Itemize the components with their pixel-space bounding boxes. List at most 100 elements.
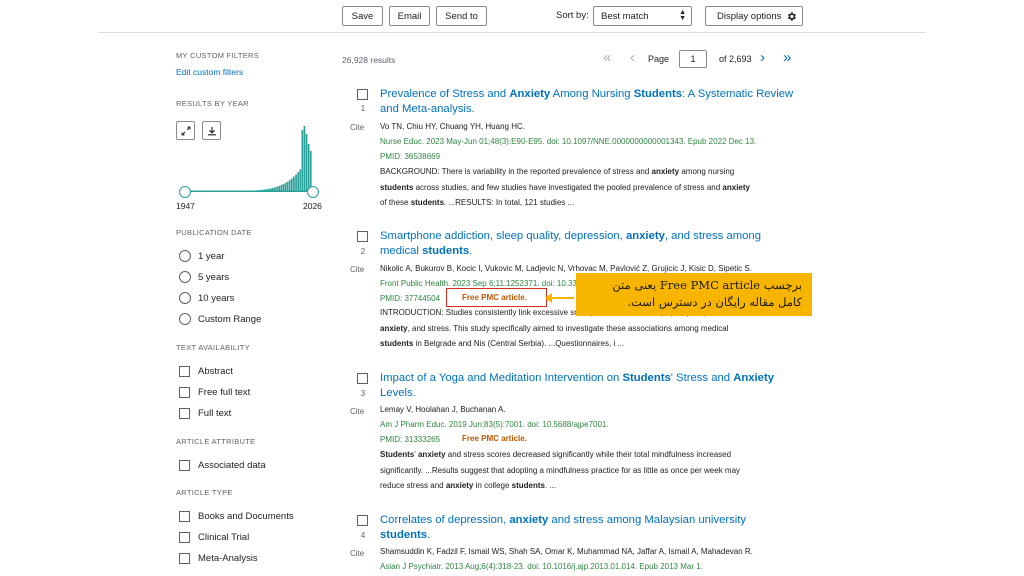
result-2-title[interactable]: Smartphone addiction, sleep quality, dep…: [380, 229, 795, 259]
result-4-cite-button[interactable]: Cite: [350, 549, 364, 558]
filter-free-full-text[interactable]: Free full text: [179, 385, 250, 399]
callout-line-2: کامل مقاله رایگان در دسترس است.: [627, 295, 802, 309]
result-1-checkbox[interactable]: [357, 89, 368, 100]
free-pmc-highlight-box: [446, 288, 547, 307]
sort-caret-icon: ▲ ▼: [679, 9, 686, 22]
callout-arrow-icon: [545, 293, 552, 303]
next-page-icon[interactable]: ›: [760, 50, 765, 66]
result-2-cite-button[interactable]: Cite: [350, 265, 364, 274]
callout-line-1: برچسب Free PMC article یعنی متن: [612, 278, 802, 292]
first-page-icon[interactable]: «: [603, 50, 611, 66]
checkbox[interactable]: [179, 510, 190, 522]
radio-button[interactable]: [179, 313, 191, 325]
page-number-input[interactable]: 1: [679, 50, 707, 68]
sort-select[interactable]: Best match ▲ ▼: [593, 6, 692, 26]
results-by-year-histogram[interactable]: [184, 120, 314, 192]
option-label: Full text: [198, 407, 232, 419]
toolbar-divider: [98, 32, 926, 33]
option-label: Meta-Analysis: [198, 552, 258, 564]
checkbox[interactable]: [179, 531, 190, 543]
result-2-checkbox[interactable]: [357, 231, 368, 242]
result-1-snippet: BACKGROUND: There is variability in the …: [380, 167, 750, 207]
year-range-end-handle[interactable]: [307, 186, 319, 198]
gear-icon: [788, 11, 797, 21]
result-3-journal: Am J Pharm Educ. 2019 Jun;83(5):7001. do…: [380, 420, 609, 429]
result-3-free-pmc-badge[interactable]: Free PMC article.: [462, 434, 527, 443]
histogram-bar: [291, 178, 293, 192]
result-1-pmid: PMID: 36538669: [380, 152, 441, 161]
result-1-cite-button[interactable]: Cite: [350, 123, 364, 132]
option-label: Clinical Trial: [198, 531, 250, 543]
histogram-bar: [301, 130, 304, 192]
result-1-number: 1: [360, 104, 366, 113]
pub-date-option-10-years[interactable]: 10 years: [179, 291, 234, 305]
filter-associated-data[interactable]: Associated data: [179, 458, 266, 472]
article-type-heading: ARTICLE TYPE: [176, 488, 233, 497]
checkbox[interactable]: [179, 386, 190, 398]
result-1-title[interactable]: Prevalence of Stress and Anxiety Among N…: [380, 87, 795, 117]
custom-filters-heading: MY CUSTOM FILTERS: [176, 51, 260, 60]
radio-button[interactable]: [179, 250, 191, 262]
result-3-snippet: Students' anxiety and stress scores decr…: [380, 450, 741, 490]
filter-full-text[interactable]: Full text: [179, 406, 231, 420]
option-label: Custom Range: [198, 313, 262, 325]
year-end-label: 2026: [303, 201, 322, 211]
year-start-label: 1947: [176, 201, 195, 211]
option-label: Books and Documents: [198, 510, 294, 522]
histogram-bar: [303, 126, 306, 192]
result-2-number: 2: [360, 247, 366, 256]
save-button[interactable]: Save: [342, 6, 383, 26]
option-label: Free full text: [198, 386, 251, 398]
histogram-bar: [297, 172, 299, 192]
send-to-button[interactable]: Send to: [436, 6, 487, 26]
result-3-checkbox[interactable]: [357, 373, 368, 384]
edit-custom-filters-link[interactable]: Edit custom filters: [176, 67, 243, 77]
checkbox[interactable]: [179, 407, 190, 419]
result-3-cite-button[interactable]: Cite: [350, 407, 364, 416]
histogram-bar: [299, 169, 302, 192]
option-label: 10 years: [198, 292, 235, 304]
year-range-start-handle[interactable]: [179, 186, 191, 198]
last-page-icon[interactable]: »: [783, 50, 791, 66]
option-label: 5 years: [198, 271, 230, 283]
checkbox[interactable]: [179, 459, 190, 471]
histogram-bar: [286, 181, 289, 192]
publication-date-heading: PUBLICATION DATE: [176, 228, 252, 237]
result-3-number: 3: [360, 389, 366, 398]
display-options-label: Display options: [717, 10, 782, 22]
radio-button[interactable]: [179, 271, 191, 283]
option-label: Abstract: [198, 365, 233, 377]
radio-button[interactable]: [179, 292, 191, 304]
page-label: Page: [648, 54, 670, 64]
filter-meta-analysis[interactable]: Meta-Analysis: [179, 551, 258, 565]
checkbox[interactable]: [179, 552, 190, 564]
result-3-title[interactable]: Impact of a Yoga and Meditation Interven…: [380, 371, 795, 401]
result-4-title[interactable]: Correlates of depression, anxiety and st…: [380, 513, 795, 543]
display-options-button[interactable]: Display options: [705, 6, 803, 26]
result-3-pmid: PMID: 31333265: [380, 435, 441, 444]
email-button[interactable]: Email: [389, 6, 430, 26]
filter-abstract[interactable]: Abstract: [179, 364, 233, 378]
filter-books-and-documents[interactable]: Books and Documents: [179, 509, 294, 523]
result-4-number: 4: [360, 531, 366, 540]
filter-clinical-trial[interactable]: Clinical Trial: [179, 530, 249, 544]
result-4-checkbox[interactable]: [357, 515, 368, 526]
result-4-journal: Asian J Psychiatr. 2013 Aug;6(4):318-23.…: [380, 562, 703, 571]
sort-value: Best match: [601, 10, 649, 22]
results-by-year-heading: RESULTS BY YEAR: [176, 99, 249, 108]
sort-label: Sort by:: [556, 10, 589, 21]
histogram-bar: [293, 176, 295, 192]
results-count: 26,928 results: [342, 55, 396, 65]
pub-date-option-1-year[interactable]: 1 year: [179, 249, 224, 263]
option-label: 1 year: [198, 250, 225, 262]
histogram-bar: [307, 144, 310, 192]
page-total: of 2,693: [719, 54, 752, 64]
article-attribute-heading: ARTICLE ATTRIBUTE: [176, 437, 256, 446]
checkbox[interactable]: [179, 365, 190, 377]
previous-page-icon[interactable]: ‹: [630, 50, 635, 66]
results-toolbar: Save Email Send to Sort by: Best match ▲…: [0, 6, 1024, 26]
pub-date-option-custom-range[interactable]: Custom Range: [179, 312, 261, 326]
option-label: Associated data: [198, 459, 266, 471]
result-1-authors: Vo TN, Chiu HY, Chuang YH, Huang HC.: [380, 122, 525, 131]
pub-date-option-5-years[interactable]: 5 years: [179, 270, 229, 284]
